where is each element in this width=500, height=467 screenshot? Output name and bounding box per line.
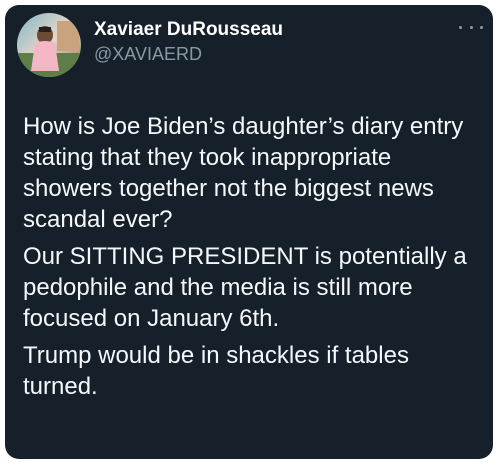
more-options-icon[interactable] [459, 19, 483, 35]
tweet-card: Xaviaer DuRousseau @XAVIAERD How is Joe … [5, 5, 493, 459]
tweet-body: How is Joe Biden’s daughter’s diary entr… [23, 111, 485, 408]
more-dot [459, 25, 462, 29]
more-dot [480, 25, 483, 29]
tweet-paragraph: How is Joe Biden’s daughter’s diary entr… [23, 113, 464, 233]
author-display-name[interactable]: Xaviaer DuRousseau [94, 19, 283, 41]
more-dot [469, 25, 473, 29]
tweet-paragraph: Our SITTING PRESIDENT is potentially a p… [23, 243, 467, 332]
author-handle[interactable]: @XAVIAERD [94, 44, 202, 65]
profile-photo [17, 13, 81, 77]
avatar[interactable] [17, 13, 81, 77]
tweet-paragraph: Trump would be in shackles if tables tur… [23, 342, 409, 400]
